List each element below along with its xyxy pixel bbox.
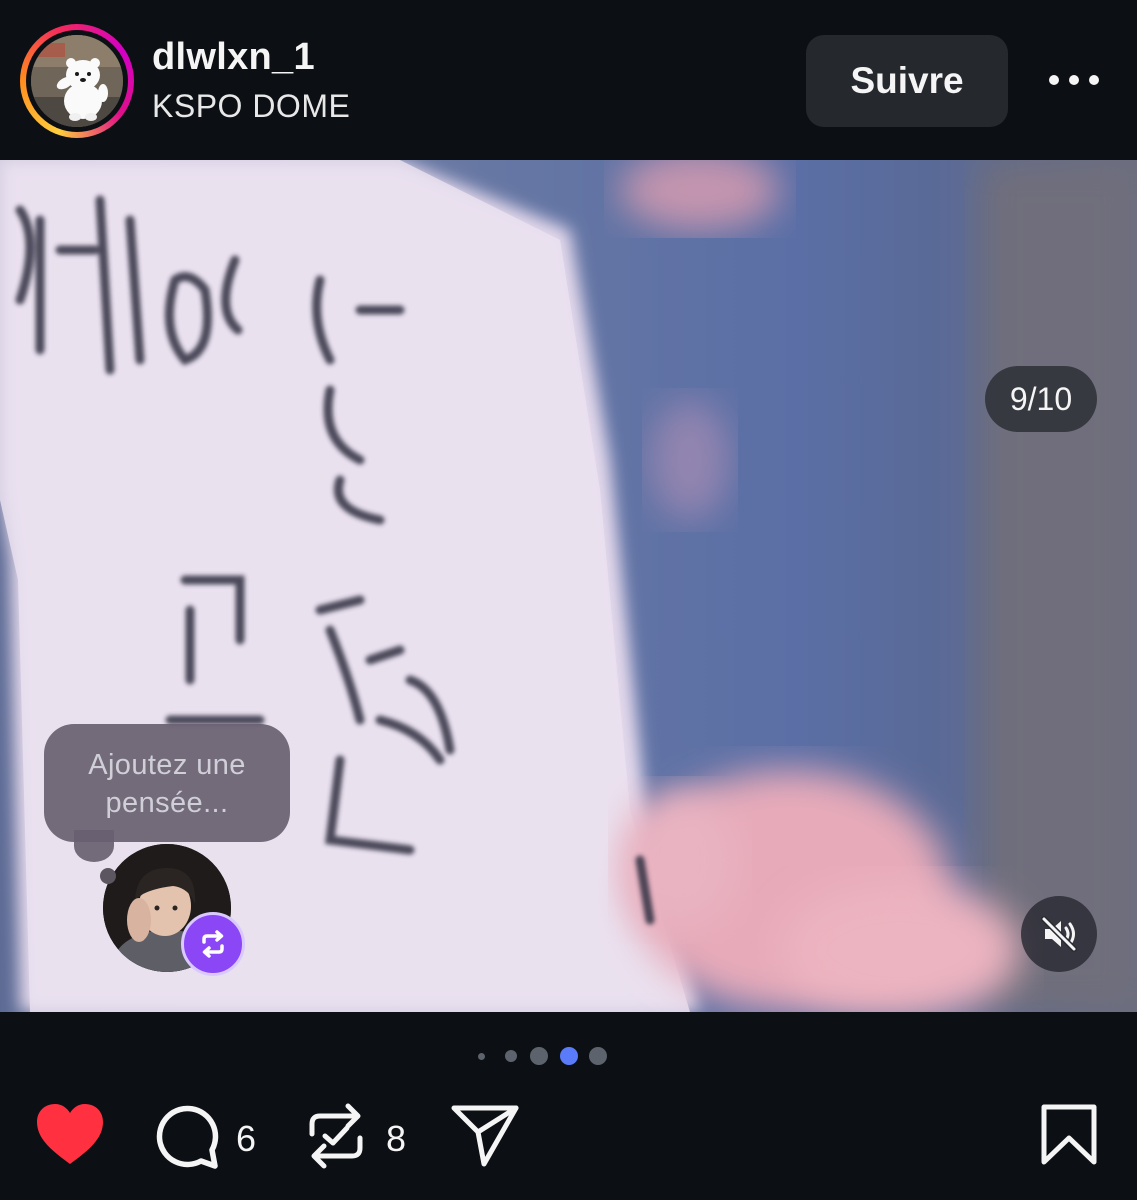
carousel-indicator [0, 1045, 1137, 1067]
mute-toggle[interactable] [1021, 896, 1097, 972]
story-ring[interactable] [20, 24, 134, 138]
more-dot [1089, 75, 1099, 85]
comment-count: 6 [236, 1118, 257, 1159]
share-icon [451, 1105, 519, 1167]
like-button[interactable] [34, 1102, 106, 1173]
avatar-frame [26, 30, 128, 132]
location-link[interactable]: KSPO DOME [152, 88, 350, 125]
comment-button[interactable] [154, 1104, 220, 1175]
repost-badge[interactable] [181, 912, 245, 976]
more-dot [1049, 75, 1059, 85]
carousel-dot [505, 1050, 517, 1062]
speaker-muted-icon [1041, 916, 1077, 952]
thought-connector-dot [100, 868, 116, 884]
thought-tail [74, 830, 114, 862]
save-button[interactable] [1040, 1104, 1098, 1171]
post-header: dlwlxn_1 KSPO DOME Suivre [0, 0, 1137, 160]
post-view: dlwlxn_1 KSPO DOME Suivre 9/10 Ajoutez u… [0, 0, 1137, 1200]
repost-icon [309, 1103, 363, 1169]
repost-icon [202, 930, 224, 958]
carousel-dot-active [560, 1047, 578, 1065]
bookmark-icon [1041, 1104, 1097, 1165]
follow-button[interactable]: Suivre [806, 35, 1008, 127]
bear-avatar-icon [31, 35, 123, 127]
username[interactable]: dlwlxn_1 [152, 36, 315, 79]
more-dot [1069, 75, 1079, 85]
repost-count: 8 [386, 1118, 407, 1159]
heart-icon [37, 1104, 103, 1164]
media-counter: 9/10 [985, 366, 1097, 432]
comment-icon [156, 1105, 219, 1169]
repost-button[interactable] [304, 1100, 368, 1177]
thought-placeholder: Ajoutez une pensée... [88, 749, 246, 819]
more-options-icon[interactable] [1044, 60, 1104, 100]
add-thought-input[interactable]: Ajoutez une pensée... [44, 724, 290, 842]
carousel-dot [589, 1047, 607, 1065]
avatar [31, 35, 123, 127]
carousel-dot [530, 1047, 548, 1065]
share-button[interactable] [450, 1102, 520, 1173]
carousel-dot [478, 1053, 485, 1060]
